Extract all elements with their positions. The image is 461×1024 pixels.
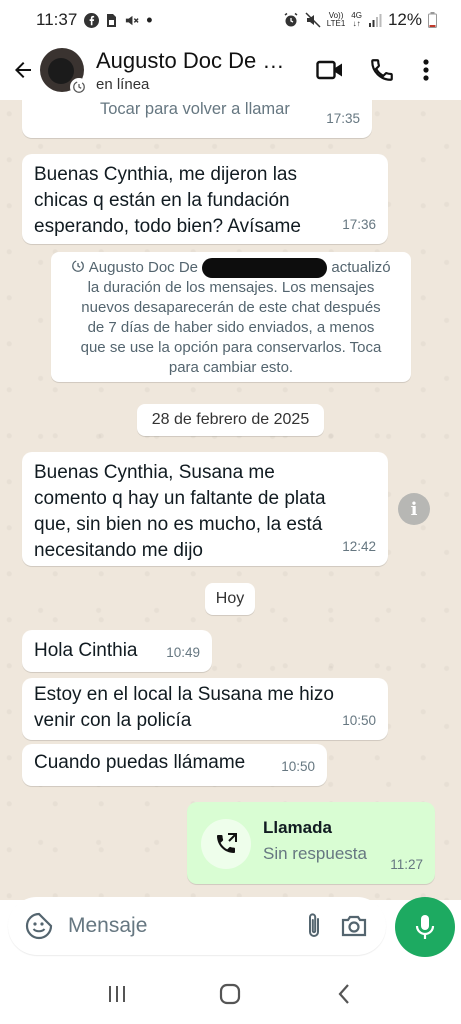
status-time: 11:37 bbox=[36, 10, 78, 29]
battery-icon bbox=[428, 12, 437, 28]
status-bar: 11:37 • Vo)) LTE1 4G ↓↑ 12% bbox=[0, 0, 461, 40]
home-button[interactable] bbox=[205, 974, 255, 1014]
voice-message-button[interactable] bbox=[395, 897, 455, 957]
timer-icon bbox=[72, 260, 85, 272]
message-input[interactable]: Mensaje bbox=[68, 914, 294, 938]
message-time: 12:42 bbox=[342, 539, 376, 554]
system-message-line: Augusto Doc De actualizó bbox=[59, 258, 403, 279]
system-message-line: para cambiar esto. bbox=[168, 359, 294, 377]
missed-call-icon bbox=[56, 100, 86, 110]
outgoing-call-bubble[interactable]: Llamada Sin respuesta 11:27 bbox=[187, 802, 435, 884]
signal-icon bbox=[368, 14, 382, 27]
back-button[interactable] bbox=[6, 50, 40, 90]
message-time: 10:49 bbox=[166, 645, 200, 660]
system-message-line: de 7 días de haber sido enviados, a meno… bbox=[87, 319, 375, 337]
microphone-icon bbox=[415, 915, 435, 939]
video-camera-icon bbox=[316, 60, 342, 80]
info-button[interactable]: i bbox=[398, 493, 430, 525]
contact-avatar[interactable] bbox=[40, 48, 88, 96]
chevron-left-icon bbox=[338, 984, 349, 1004]
incoming-message[interactable]: Estoy en el local la Susana me hizo veni… bbox=[22, 678, 388, 740]
message-line: Estoy en el local la Susana me hizo bbox=[34, 684, 334, 705]
incoming-message[interactable]: Buenas Cynthia, me dijeron las chicas q … bbox=[22, 154, 388, 244]
call-icon-wrap bbox=[201, 819, 251, 869]
message-time: 11:27 bbox=[390, 857, 423, 872]
sim-card-icon bbox=[107, 13, 117, 27]
battery-percent: 12% bbox=[387, 10, 422, 29]
date-divider: Hoy bbox=[205, 583, 255, 615]
avatar-photo bbox=[48, 58, 74, 84]
paperclip-icon bbox=[309, 913, 319, 937]
network-type-indicator: 4G ↓↑ bbox=[351, 11, 362, 28]
status-left: 11:37 • bbox=[36, 10, 153, 31]
info-icon: i bbox=[410, 498, 418, 520]
phone-icon bbox=[371, 59, 393, 81]
message-line: comento q hay un faltante de plata bbox=[34, 488, 326, 509]
muted-speaker-icon bbox=[126, 15, 139, 25]
incoming-message[interactable]: Hola Cinthia 10:49 bbox=[22, 630, 212, 672]
message-time: 10:50 bbox=[342, 713, 376, 728]
system-message-line: nuevos desaparecerán de este chat despué… bbox=[81, 299, 381, 317]
arrow-left-icon bbox=[15, 62, 31, 78]
call-status: Sin respuesta bbox=[263, 844, 367, 863]
facebook-notification-icon bbox=[84, 12, 100, 28]
message-line: que, sin bien no es mucho, la está bbox=[34, 514, 323, 535]
message-line: venir con la policía bbox=[34, 710, 192, 731]
system-message-line: que se use la opción para conservarlos. … bbox=[80, 339, 382, 357]
system-nav-bar bbox=[0, 964, 461, 1024]
incoming-message[interactable]: Cuando puedas llámame 10:50 bbox=[22, 744, 327, 786]
message-composer: Mensaje bbox=[8, 897, 386, 955]
voice-call-button[interactable] bbox=[356, 48, 408, 92]
message-line: necesitando me dijo bbox=[34, 540, 203, 561]
message-time: 17:35 bbox=[326, 111, 360, 126]
more-vertical-icon bbox=[423, 59, 429, 81]
message-line: Cuando puedas llámame bbox=[34, 752, 246, 773]
home-icon bbox=[220, 983, 241, 1005]
attach-button[interactable] bbox=[294, 912, 334, 940]
header-actions bbox=[304, 48, 444, 92]
date-divider: 28 de febrero de 2025 bbox=[137, 404, 324, 436]
call-back-text: Tocar para volver a llamar bbox=[100, 100, 290, 118]
system-message-disappearing[interactable]: Augusto Doc De actualizó la duración de … bbox=[51, 252, 411, 382]
incoming-message[interactable]: Buenas Cynthia, Susana me comento q hay … bbox=[22, 452, 388, 566]
volte-indicator: Vo)) LTE1 bbox=[326, 11, 346, 28]
message-line: Buenas Cynthia, Susana me bbox=[34, 462, 275, 483]
system-action: actualizó bbox=[331, 259, 391, 276]
more-notifications-dot: • bbox=[146, 9, 153, 30]
video-call-button[interactable] bbox=[304, 48, 356, 92]
missed-call-bubble[interactable]: Tocar para volver a llamar 17:35 bbox=[22, 100, 372, 138]
call-title: Llamada bbox=[263, 818, 332, 837]
status-right: Vo)) LTE1 4G ↓↑ 12% bbox=[283, 10, 437, 30]
camera-icon bbox=[341, 915, 367, 937]
message-line: Buenas Cynthia, me dijeron las bbox=[34, 164, 297, 185]
camera-button[interactable] bbox=[334, 914, 374, 938]
chat-header: Augusto Doc De S... en línea bbox=[0, 40, 461, 100]
back-nav-button[interactable] bbox=[319, 974, 369, 1014]
contact-status: en línea bbox=[96, 75, 150, 93]
redacted-name bbox=[202, 258, 328, 279]
system-contact-name: Augusto Doc De bbox=[88, 259, 199, 276]
message-time: 17:36 bbox=[342, 217, 376, 232]
message-line: esperando, todo bien? Avísame bbox=[34, 216, 301, 237]
message-line: chicas q están en la fundación bbox=[34, 190, 290, 211]
chat-area[interactable]: Tocar para volver a llamar 17:35 Buenas … bbox=[0, 100, 461, 900]
contact-name: Augusto Doc De S... bbox=[96, 47, 294, 73]
mute-icon bbox=[305, 12, 321, 28]
more-options-button[interactable] bbox=[408, 48, 444, 92]
message-time: 10:50 bbox=[281, 759, 315, 774]
disappearing-timer-icon bbox=[70, 78, 88, 96]
sticker-emoji-icon bbox=[25, 912, 53, 940]
sticker-button[interactable] bbox=[14, 912, 64, 940]
recent-apps-icon bbox=[108, 986, 125, 1002]
outgoing-call-icon bbox=[217, 833, 237, 853]
contact-info[interactable]: Augusto Doc De S... en línea bbox=[96, 48, 294, 93]
recent-apps-button[interactable] bbox=[92, 974, 142, 1014]
alarm-icon bbox=[284, 12, 298, 27]
system-message-line: la duración de los mensajes. Los mensaje… bbox=[87, 279, 375, 297]
